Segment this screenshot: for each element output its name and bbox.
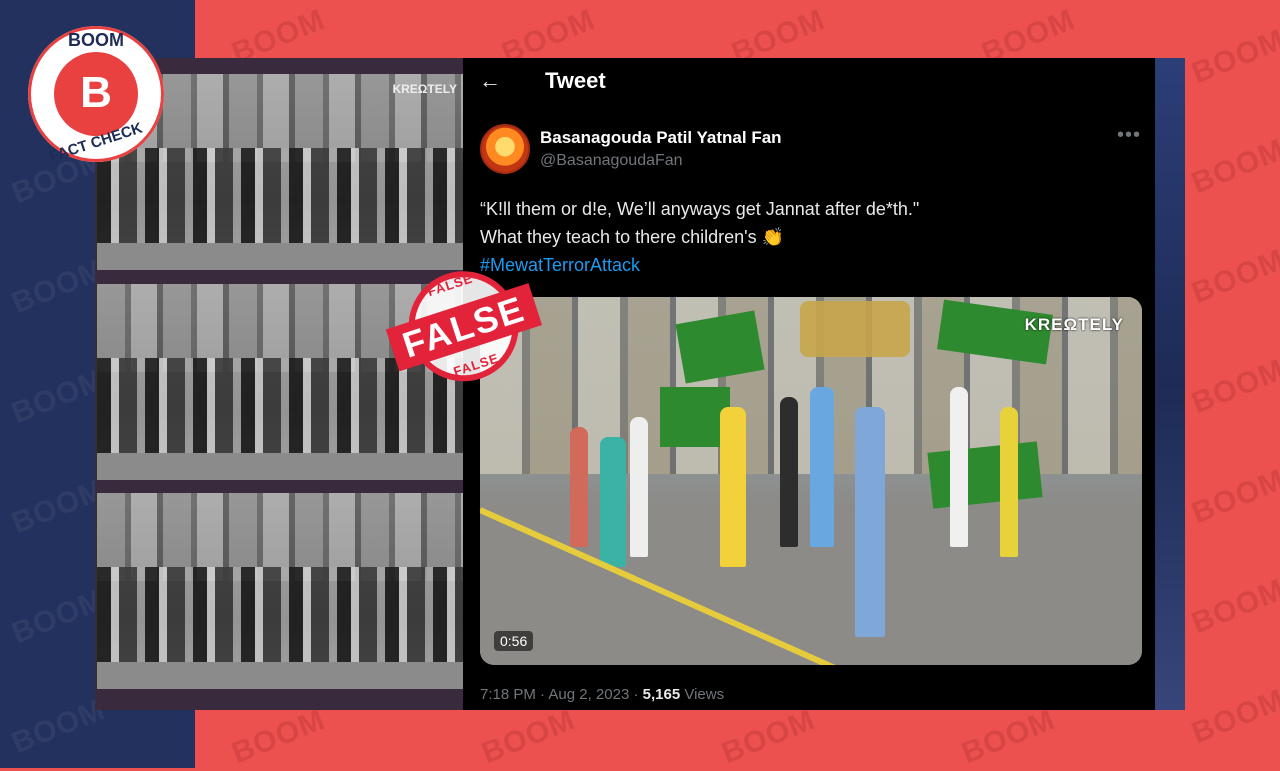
clapping-hands-icon: 👏	[761, 227, 785, 247]
video-still-image	[97, 493, 463, 689]
video-frame-person	[1000, 407, 1018, 557]
watermark-text: BOOM	[1187, 353, 1280, 421]
video-frame-flag	[927, 441, 1043, 509]
tweet-text-line: What they teach to there children's 👏	[480, 223, 1130, 251]
watermark-text: BOOM	[957, 703, 1060, 771]
tweet-body: “K!ll them or d!e, We’ll anyways get Jan…	[480, 195, 1130, 279]
background-blue-edge	[1155, 58, 1185, 710]
watermark-text: BOOM	[1187, 243, 1280, 311]
boom-fact-check-logo: BOOM B FACT CHECK	[28, 26, 164, 166]
hashtag-link-line: #MewatTerrorAttack	[480, 251, 1130, 279]
watermark-text: BOOM	[1187, 573, 1280, 641]
views-label: Views	[684, 686, 725, 703]
author-handle[interactable]: @BasanagoudaFan	[540, 152, 683, 170]
tweet-meta: 7:18 PM · Aug 2, 2023 · 5,165 Views	[480, 686, 724, 703]
more-options-icon[interactable]: •••	[1117, 124, 1141, 147]
still-watermark: KREΩTELY	[392, 82, 457, 96]
watermark-text: BOOM	[1187, 133, 1280, 201]
back-arrow-icon[interactable]: ←	[479, 68, 501, 94]
page-title: Tweet	[545, 68, 606, 93]
author-name[interactable]: Basanagouda Patil Yatnal Fan	[540, 128, 782, 148]
tweet-date[interactable]: Aug 2, 2023	[548, 686, 629, 703]
tweet-card: ← Tweet Basanagouda Patil Yatnal Fan @Ba…	[463, 58, 1155, 710]
video-player[interactable]: KREΩTELY 0:56	[480, 297, 1142, 665]
video-watermark: KREΩTELY	[1024, 315, 1124, 334]
tweet-header: ← Tweet	[463, 58, 1155, 106]
tweet-text-line: “K!ll them or d!e, We’ll anyways get Jan…	[480, 199, 920, 219]
video-frame-person	[570, 427, 588, 547]
watermark-text: BOOM	[1187, 463, 1280, 531]
logo-letter: B	[80, 68, 112, 117]
avatar[interactable]	[480, 124, 530, 174]
video-frame-statue	[800, 301, 910, 357]
meta-separator: ·	[633, 686, 643, 703]
video-frame-person	[780, 397, 798, 547]
tweet-text-line2: What they teach to there children's	[480, 227, 757, 247]
video-frame-person	[630, 417, 648, 557]
watermark-text: BOOM	[1187, 23, 1280, 91]
video-duration-badge: 0:56	[494, 631, 534, 651]
video-frame-person	[855, 407, 885, 637]
tweet-time[interactable]: 7:18 PM	[480, 686, 536, 703]
video-frame-person	[600, 437, 626, 567]
video-frame-person	[950, 387, 968, 547]
video-frame-person	[810, 387, 834, 547]
video-frame-person	[720, 407, 746, 567]
watermark-text: BOOM	[227, 703, 330, 771]
views-count: 5,165	[642, 686, 681, 703]
watermark-text: BOOM	[717, 703, 820, 771]
watermark-text: BOOM	[477, 703, 580, 771]
watermark-text: BOOM	[1187, 683, 1280, 751]
logo-top-text: BOOM	[68, 30, 124, 50]
